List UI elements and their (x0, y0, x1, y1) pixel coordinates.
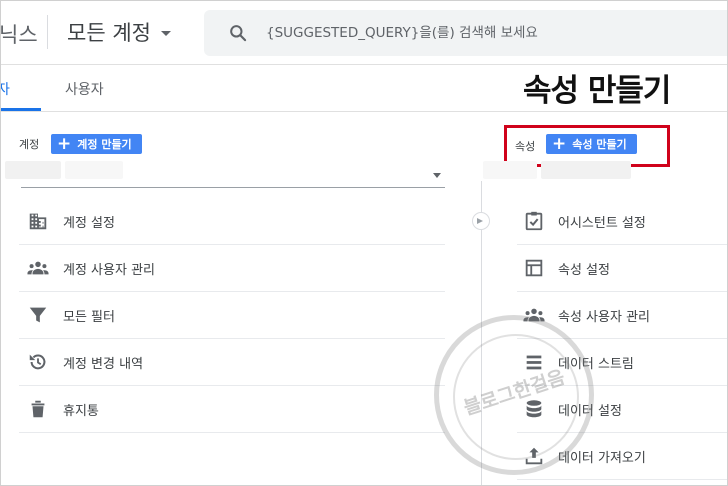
create-account-button[interactable]: + 계정 만들기 (51, 134, 142, 154)
property-users-item[interactable]: 속성 사용자 관리 (517, 292, 727, 339)
tab-admin[interactable]: 자 (1, 79, 10, 99)
trash-label: 휴지통 (63, 403, 99, 419)
building-icon (27, 210, 49, 232)
assistant-settings-item[interactable]: 어시스턴트 설정 (517, 198, 727, 245)
caret-down-icon (160, 31, 171, 36)
account-dropdown-caret-icon[interactable] (433, 173, 441, 178)
search-bar[interactable] (204, 10, 727, 56)
account-settings-label: 계정 설정 (63, 215, 115, 231)
account-selector-label: 모든 계정 (67, 21, 151, 45)
data-import-label: 데이터 가져오기 (558, 450, 646, 466)
create-account-label: 계정 만들기 (77, 138, 132, 151)
people-icon (27, 257, 49, 279)
account-users-item[interactable]: 계정 사용자 관리 (19, 245, 445, 292)
checklist-icon (523, 210, 545, 232)
change-history-item[interactable]: 계정 변경 내역 (19, 339, 445, 386)
top-header: 닉스 모든 계정 (1, 1, 727, 65)
property-settings-label: 속성 설정 (558, 262, 610, 278)
search-input[interactable] (266, 22, 706, 44)
history-icon (27, 351, 49, 373)
assistant-settings-label: 어시스턴트 설정 (558, 215, 646, 231)
all-filters-item[interactable]: 모든 필터 (19, 292, 445, 339)
tab-users[interactable]: 사용자 (65, 79, 104, 99)
people-icon (523, 304, 545, 326)
account-id-blurred (65, 161, 123, 179)
data-streams-item[interactable]: 데이터 스트림 (517, 339, 727, 386)
data-import-item[interactable]: 데이터 가져오기 (517, 433, 727, 480)
change-history-label: 계정 변경 내역 (63, 356, 144, 372)
admin-page: 닉스 모든 계정 자 사용자 속성 만들기 계정 + 계정 만들기 속성 + 속… (0, 0, 728, 486)
property-settings-item[interactable]: 속성 설정 (517, 245, 727, 292)
data-settings-item[interactable]: 데이터 설정 (517, 386, 727, 433)
layout-icon (523, 257, 545, 279)
account-users-label: 계정 사용자 관리 (63, 262, 155, 278)
database-icon (523, 398, 545, 420)
account-name-blurred (5, 161, 61, 179)
property-menu: 어시스턴트 설정 속성 설정 속성 사용자 관리 데이터 스트림 데이터 설정 (517, 198, 727, 480)
plus-icon: + (57, 133, 72, 154)
trash-icon (27, 398, 49, 420)
data-settings-label: 데이터 설정 (558, 403, 622, 419)
search-icon (230, 25, 247, 42)
all-filters-label: 모든 필터 (63, 309, 115, 325)
upload-icon (523, 445, 545, 467)
account-selector[interactable]: 모든 계정 (67, 17, 171, 47)
brand-name: 닉스 (0, 23, 38, 47)
account-section-label: 계정 (19, 138, 40, 151)
account-dropdown-underline[interactable] (21, 187, 445, 188)
property-id-blurred (541, 161, 631, 179)
property-users-label: 속성 사용자 관리 (558, 309, 650, 325)
arrow-right-icon (472, 212, 490, 230)
property-name-blurred (483, 161, 537, 179)
trash-item[interactable]: 휴지통 (19, 386, 445, 433)
filter-icon (27, 304, 49, 326)
account-settings-item[interactable]: 계정 설정 (19, 198, 445, 245)
streams-icon (523, 351, 545, 373)
overlay-caption: 속성 만들기 (523, 73, 671, 109)
header-divider (47, 15, 48, 49)
data-streams-label: 데이터 스트림 (558, 356, 634, 372)
account-menu: 계정 설정 계정 사용자 관리 모든 필터 계정 변경 내역 휴지통 (19, 198, 445, 433)
active-tab-indicator (1, 108, 41, 111)
